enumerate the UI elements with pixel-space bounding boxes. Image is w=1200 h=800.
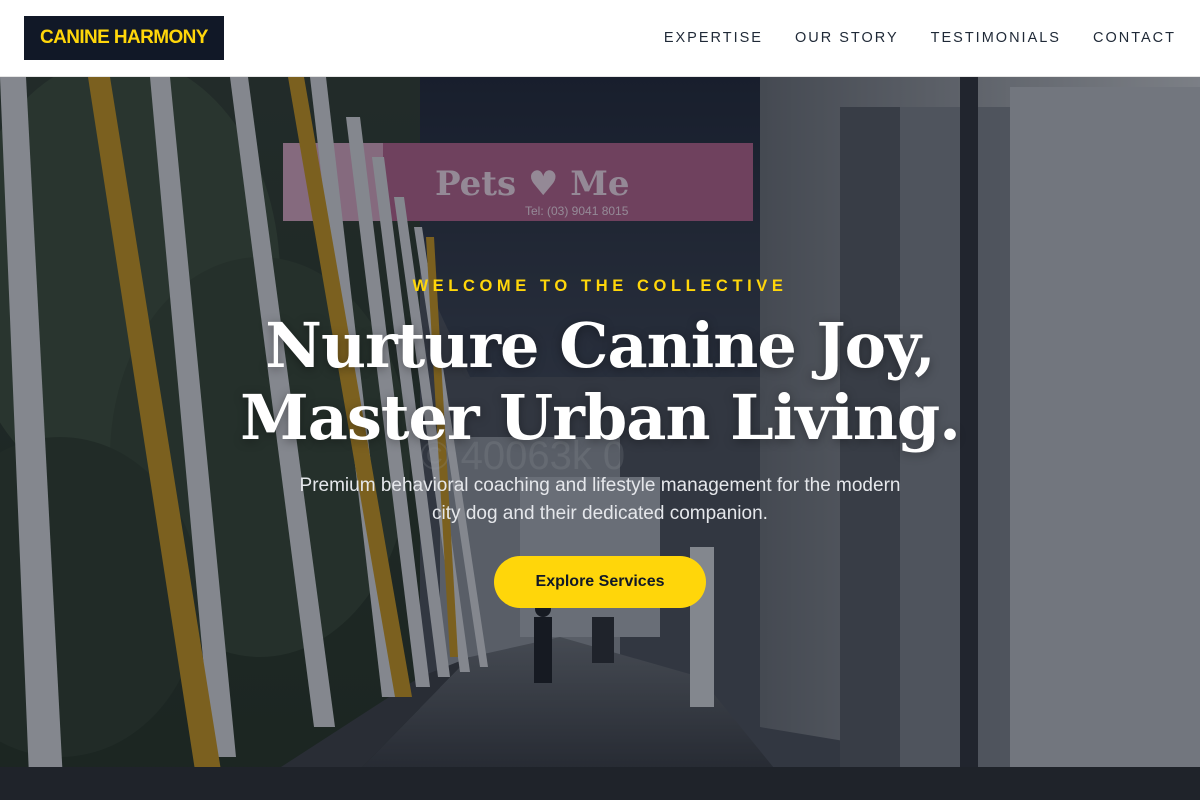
hero-section: Pets ♥ Me Tel: (03) 9041 8015 © 40063k 0 <box>0 77 1200 800</box>
hero-headline: Nurture Canine Joy, Master Urban Living. <box>240 309 961 454</box>
nav-link-expertise[interactable]: EXPERTISE <box>664 28 763 48</box>
main-nav: EXPERTISE OUR STORY TESTIMONIALS CONTACT <box>664 28 1176 48</box>
hero-subtext: Premium behavioral coaching and lifestyl… <box>299 475 901 524</box>
nav-link-our-story[interactable]: OUR STORY <box>795 28 899 48</box>
hero-headline-line-1: Nurture Canine Joy, <box>265 309 935 382</box>
nav-link-testimonials[interactable]: TESTIMONIALS <box>931 28 1061 48</box>
hero-headline-line-2: Master Urban Living. <box>240 381 961 454</box>
hero-eyebrow: WELCOME TO THE COLLECTIVE <box>412 277 788 295</box>
site-header: CANINE HARMONY EXPERTISE OUR STORY TESTI… <box>0 0 1200 77</box>
hero-content: WELCOME TO THE COLLECTIVE Nurture Canine… <box>0 77 1200 800</box>
explore-services-button[interactable]: Explore Services <box>494 556 706 608</box>
site-logo[interactable]: CANINE HARMONY <box>24 16 224 60</box>
nav-link-contact[interactable]: CONTACT <box>1093 28 1176 48</box>
